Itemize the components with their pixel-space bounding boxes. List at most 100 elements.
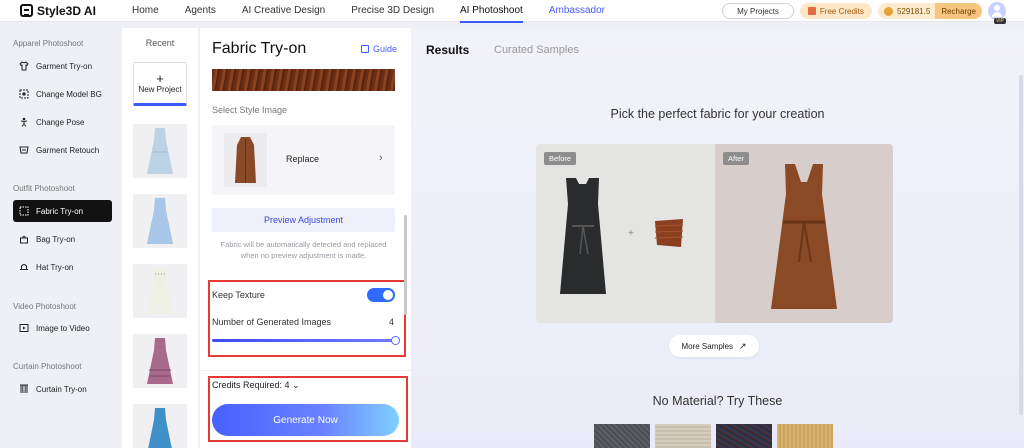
free-credits-label: Free Credits [819,6,864,16]
shirt-icon [19,61,29,71]
free-credits-button[interactable]: Free Credits [799,3,872,19]
top-nav-bar: Style3D AI Home Agents AI Creative Desig… [0,0,1024,24]
num-images-slider[interactable] [212,339,396,342]
recent-thumbnail[interactable] [133,334,187,388]
coat-image [235,137,256,183]
sidebar-item-garment-retouch[interactable]: Garment Retouch [13,139,112,161]
top-right-controls: My Projects Free Credits 529181.5 Rechar… [716,2,1006,20]
tab-results[interactable]: Results [426,43,469,57]
tab-curated-samples[interactable]: Curated Samples [494,44,579,56]
credits-required-dropdown[interactable]: Credits Required: 4 ⌄ [212,380,300,391]
before-after-showcase: Before + After [536,144,893,323]
page-title: Fabric Try-on [212,40,307,57]
nav-agents[interactable]: Agents [185,0,216,22]
nav-precise-3d-design[interactable]: Precise 3D Design [351,0,434,22]
vip-badge: VIP [993,18,1006,24]
guide-label: Guide [373,44,398,54]
sidebar-item-label: Bag Try-on [36,234,76,244]
sidebar-item-label: Curtain Try-on [36,384,87,394]
plus-icon: + [156,70,164,86]
credit-balance: 529181.5 Recharge [877,3,982,19]
section-title-video: Video Photoshoot [13,302,77,311]
coin-balance: 529181.5 [878,3,935,19]
sidebar-item-label: Image to Video [36,323,90,333]
sidebar-item-label: Garment Retouch [36,145,100,155]
curtain-icon [19,384,29,394]
sidebar-item-change-pose[interactable]: Change Pose [13,111,112,133]
main-nav: Home Agents AI Creative Design Precise 3… [132,0,631,23]
section-title-apparel: Apparel Photoshoot [13,39,84,48]
num-images-value: 4 [389,317,395,327]
chevron-down-icon: ⌄ [292,380,300,390]
nav-ai-photoshoot[interactable]: AI Photoshoot [460,0,523,23]
keep-texture-label: Keep Texture [212,290,265,300]
results-area: Results Curated Samples Pick the perfect… [411,28,1024,448]
sidebar-item-curtain-try-on[interactable]: Curtain Try-on [13,378,112,400]
balance-value: 529181.5 [896,6,931,16]
sidebar-item-label: Hat Try-on [36,262,74,272]
dress-thumbnail-image [147,128,173,174]
sidebar-item-label: Fabric Try-on [36,206,84,216]
plus-icon: + [628,228,634,239]
sidebar-item-label: Change Model BG [36,89,102,99]
after-tag: After [723,152,749,165]
generate-now-button[interactable]: Generate Now [212,404,399,436]
coin-icon [883,6,893,16]
material-sample[interactable] [594,424,650,448]
sidebar-item-change-model-bg[interactable]: Change Model BG [13,83,112,105]
guide-link[interactable]: Guide [361,44,397,54]
material-sample[interactable] [655,424,711,448]
new-project-button[interactable]: + New Project [133,62,187,106]
style-image-thumbnail [224,133,267,187]
fabric-icon [19,206,29,216]
nav-ambassador[interactable]: Ambassador [549,0,605,22]
arrow-up-right-icon: ↗ [739,340,747,351]
recent-thumbnail[interactable] [133,264,187,318]
material-sample[interactable] [777,424,833,448]
retouch-icon [19,145,29,155]
section-title-curtain: Curtain Photoshoot [13,362,82,371]
recent-title: Recent [145,38,175,48]
left-sidebar: Apparel Photoshoot Garment Try-on Change… [0,28,122,448]
brown-dress-image [771,164,837,309]
config-scrollbar[interactable] [404,215,407,315]
nav-home[interactable]: Home [132,0,159,22]
slider-handle[interactable] [391,336,400,345]
new-project-label: New Project [138,84,182,94]
bag-icon [19,234,29,244]
material-sample[interactable] [716,424,772,448]
preview-adjustment-button[interactable]: Preview Adjustment [212,208,395,232]
nav-ai-creative-design[interactable]: AI Creative Design [242,0,325,22]
my-projects-button[interactable]: My Projects [722,3,794,19]
no-material-heading: No Material? Try These [652,394,783,408]
fabric-preview-image [212,69,395,91]
keep-texture-toggle[interactable] [367,288,395,302]
style3d-logo[interactable]: Style3D AI [20,4,120,18]
pose-icon [19,117,29,127]
dress-thumbnail-image [147,198,173,244]
style-image-selector[interactable]: Replace › [212,125,395,195]
gift-icon [807,7,816,15]
black-dress-image [560,178,606,294]
sidebar-item-garment-try-on[interactable]: Garment Try-on [13,55,112,77]
num-images-label: Number of Generated Images [212,317,332,327]
dress-thumbnail-image [147,338,173,384]
recent-thumbnail[interactable] [133,404,187,448]
sidebar-item-bag-try-on[interactable]: Bag Try-on [13,228,112,250]
more-samples-button[interactable]: More Samples ↗ [669,335,759,357]
preview-hint-text: Fabric will be automatically detected an… [220,240,387,260]
sidebar-item-image-to-video[interactable]: Image to Video [13,317,112,339]
style3d-logo-icon [20,4,33,17]
recent-projects-panel: Recent + New Project [122,28,198,448]
section-title-outfit: Outfit Photoshoot [13,184,75,193]
recent-thumbnail[interactable] [133,194,187,248]
before-pane: Before + [536,144,715,323]
recent-thumbnail[interactable] [133,124,187,178]
recharge-button[interactable]: Recharge [935,3,982,19]
sidebar-item-fabric-try-on[interactable]: Fabric Try-on [13,200,112,222]
replace-label: Replace [286,154,320,164]
results-scrollbar[interactable] [1019,75,1023,415]
more-samples-label: More Samples [681,341,734,351]
sidebar-item-hat-try-on[interactable]: Hat Try-on [13,256,112,278]
play-icon [19,323,29,333]
